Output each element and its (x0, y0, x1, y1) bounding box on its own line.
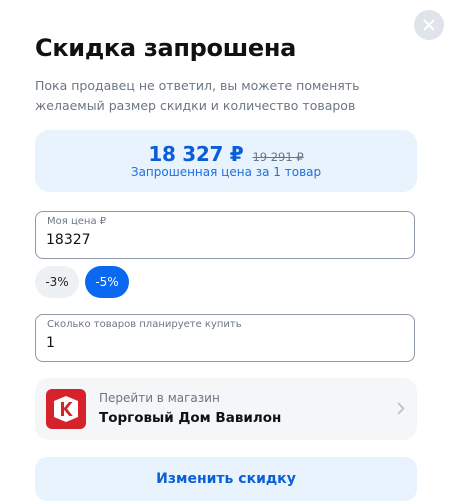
quantity-label: Сколько товаров планируете купить (47, 319, 242, 330)
close-button[interactable] (414, 10, 444, 40)
dialog-title: Скидка запрошена (35, 34, 297, 62)
price-caption: Запрошенная цена за 1 товар (130, 165, 322, 179)
discount-chip-3[interactable]: -3% (35, 266, 79, 298)
discount-chips: -3% -5% (35, 266, 129, 298)
discount-dialog: Скидка запрошена Пока продавец не ответи… (0, 0, 450, 502)
my-price-field[interactable]: Моя цена ₽ (35, 211, 415, 259)
my-price-label: Моя цена ₽ (47, 216, 107, 227)
requested-price: 18 327 ₽ (148, 142, 244, 166)
my-price-input[interactable] (46, 232, 401, 248)
store-logo-mark (54, 396, 78, 422)
store-logo-icon (46, 389, 86, 429)
close-icon (423, 19, 435, 31)
store-hint: Перейти в магазин (99, 391, 220, 405)
dialog-subtitle: Пока продавец не ответил, вы можете поме… (35, 78, 360, 113)
original-price: 19 291 ₽ (252, 150, 304, 164)
store-name: Торговый Дом Вавилон (99, 410, 282, 426)
quantity-input[interactable] (46, 335, 401, 351)
requested-price-card: 18 327 ₽ 19 291 ₽ Запрошенная цена за 1 … (35, 130, 417, 192)
quantity-field[interactable]: Сколько товаров планируете купить (35, 314, 415, 362)
chevron-right-icon (397, 402, 405, 415)
price-row: 18 327 ₽ 19 291 ₽ (35, 142, 417, 166)
discount-chip-5[interactable]: -5% (85, 266, 129, 298)
change-discount-button[interactable]: Изменить скидку (35, 457, 417, 501)
store-link-card[interactable]: Перейти в магазин Торговый Дом Вавилон (35, 378, 417, 440)
